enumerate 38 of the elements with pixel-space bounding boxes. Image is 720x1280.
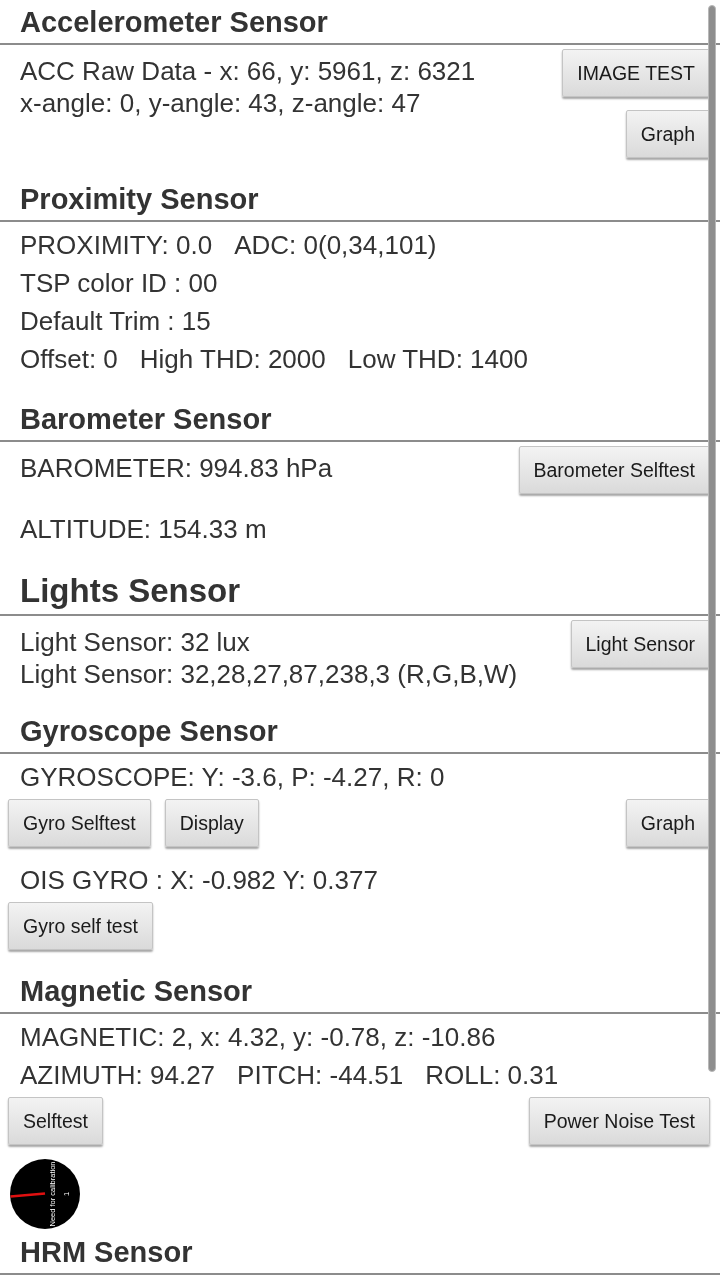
- section-heading: HRM Sensor: [20, 1235, 193, 1269]
- section-heading: Gyroscope Sensor: [20, 714, 278, 748]
- sensor-reading: AZIMUTH: 94.27: [20, 1059, 216, 1092]
- section-heading: Proximity Sensor: [20, 182, 259, 216]
- action-button[interactable]: Graph: [625, 799, 710, 847]
- section-heading: Barometer Sensor: [20, 402, 272, 436]
- sensor-reading: ALTITUDE: 154.33 m: [20, 513, 267, 546]
- sensor-reading: Light Sensor: 32 lux: [20, 626, 251, 658]
- sensor-reading: ACC Raw Data - x: 66, y: 5961, z: 6321: [20, 55, 476, 87]
- sensor-reading: ADC: 0(0,34,101): [234, 229, 437, 262]
- section-heading: Accelerometer Sensor: [20, 5, 328, 39]
- action-button[interactable]: Gyro self test: [8, 902, 153, 950]
- sensor-reading: BAROMETER: 994.83 hPa: [20, 452, 333, 484]
- section-heading: Lights Sensor: [20, 572, 241, 610]
- compass-needle: [10, 1192, 46, 1198]
- action-button[interactable]: Barometer Selftest: [518, 446, 710, 494]
- sensor-reading: High THD: 2000: [139, 343, 326, 376]
- sensor-reading: Offset: 0: [20, 343, 118, 376]
- action-button[interactable]: Gyro Selftest: [8, 799, 151, 847]
- action-button[interactable]: IMAGE TEST: [562, 49, 710, 97]
- section-heading: Magnetic Sensor: [20, 974, 253, 1008]
- sensor-reading: PROXIMITY: 0.0: [20, 229, 213, 262]
- sensor-reading: MAGNETIC: 2, x: 4.32, y: -0.78, z: -10.86: [20, 1021, 496, 1054]
- compass-dial: [10, 1159, 80, 1229]
- sensor-reading: TSP color ID : 00: [20, 267, 218, 300]
- sensor-reading: PITCH: -44.51: [237, 1059, 404, 1092]
- sensor-reading: Default Trim : 15: [20, 305, 211, 338]
- action-button[interactable]: Power Noise Test: [528, 1097, 710, 1145]
- sensor-reading: Low THD: 1400: [347, 343, 528, 376]
- sensor-reading: GYROSCOPE: Y: -3.6, P: -4.27, R: 0: [20, 761, 445, 794]
- action-button[interactable]: Graph: [625, 110, 710, 158]
- action-button[interactable]: Light Sensor: [570, 620, 710, 668]
- sensor-reading: x-angle: 0, y-angle: 43, z-angle: 47: [20, 87, 422, 119]
- action-button[interactable]: Display: [164, 799, 259, 847]
- sensor-reading: OIS GYRO : X: -0.982 Y: 0.377: [20, 864, 378, 897]
- action-button[interactable]: Selftest: [8, 1097, 104, 1145]
- sensor-reading: ROLL: 0.31: [425, 1059, 559, 1092]
- sensor-reading: Light Sensor: 32,28,27,87,238,3 (R,G,B,W): [20, 658, 518, 690]
